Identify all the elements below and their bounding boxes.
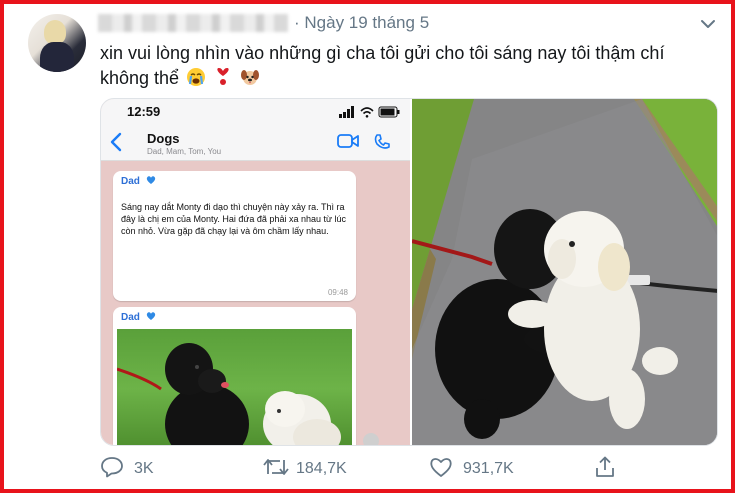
tweet-text-line-1: xin vui lòng nhìn vào những gì cha tôi g… [100, 43, 665, 63]
tweet-date[interactable]: · Ngày 19 tháng 5 [294, 13, 429, 33]
message-sender: Dad [121, 175, 156, 187]
reply-icon [101, 457, 123, 478]
tweet-text-line-2: không thể [100, 66, 700, 91]
blue-heart-icon [146, 312, 155, 320]
chat-photo-bubble: Dad [113, 307, 356, 445]
phone-call-icon[interactable] [373, 133, 391, 151]
message-time: 09:48 [327, 288, 348, 297]
dogs-on-grass-illustration [117, 343, 341, 445]
blurred-username[interactable] [98, 14, 288, 32]
message-sender: Dad [121, 311, 156, 323]
dog-face-icon [241, 70, 260, 85]
dogs-meeting-photo[interactable] [117, 329, 352, 445]
share-button[interactable] [594, 454, 618, 482]
like-button[interactable]: 931,7K [429, 454, 539, 482]
share-icon [596, 456, 614, 477]
message-text: Sáng nay dắt Monty đi dạo thì chuyện này… [121, 202, 347, 236]
dogs-hugging-illustration [411, 99, 717, 445]
retweet-icon [263, 459, 289, 475]
heart-icon [430, 458, 452, 477]
tweet-text: xin vui lòng nhìn vào những gì cha tôi g… [100, 41, 700, 91]
phone-time: 12:59 [127, 104, 161, 119]
phone-status-bar: 12:59 [101, 99, 410, 125]
like-count: 931,7K [463, 460, 514, 477]
tweet-media[interactable]: 12:59 Dogs Dad, Mam, Tom, You Dad Sáng n… [100, 98, 718, 446]
video-call-icon[interactable] [337, 133, 359, 149]
chat-group-name: Dogs [147, 131, 180, 146]
signal-wifi-battery-icon [339, 106, 400, 118]
avatar[interactable] [28, 14, 86, 72]
heart-exclamation-icon [217, 68, 229, 85]
dogs-hugging-photo[interactable] [411, 99, 717, 445]
chat-message-bubble: Dad Sáng nay dắt Monty đi dạo thì chuyện… [113, 171, 356, 301]
chat-header: Dogs Dad, Mam, Tom, You [101, 125, 410, 161]
retweet-count: 184,7K [296, 460, 347, 477]
reply-count: 3K [134, 460, 154, 477]
blue-heart-icon [146, 176, 155, 184]
reply-button[interactable]: 3K [100, 454, 180, 482]
screenshot-frame: · Ngày 19 tháng 5 xin vui lòng nhìn vào … [0, 0, 735, 493]
crying-face-emoji-icon [187, 68, 206, 86]
scroll-down-button[interactable] [363, 433, 379, 445]
chevron-down-icon[interactable] [699, 15, 717, 33]
retweet-button[interactable]: 184,7K [262, 454, 372, 482]
chat-group-members: Dad, Mam, Tom, You [147, 147, 222, 156]
chat-screenshot-image[interactable]: 12:59 Dogs Dad, Mam, Tom, You Dad Sáng n… [101, 99, 410, 445]
back-arrow-icon[interactable] [109, 131, 123, 153]
